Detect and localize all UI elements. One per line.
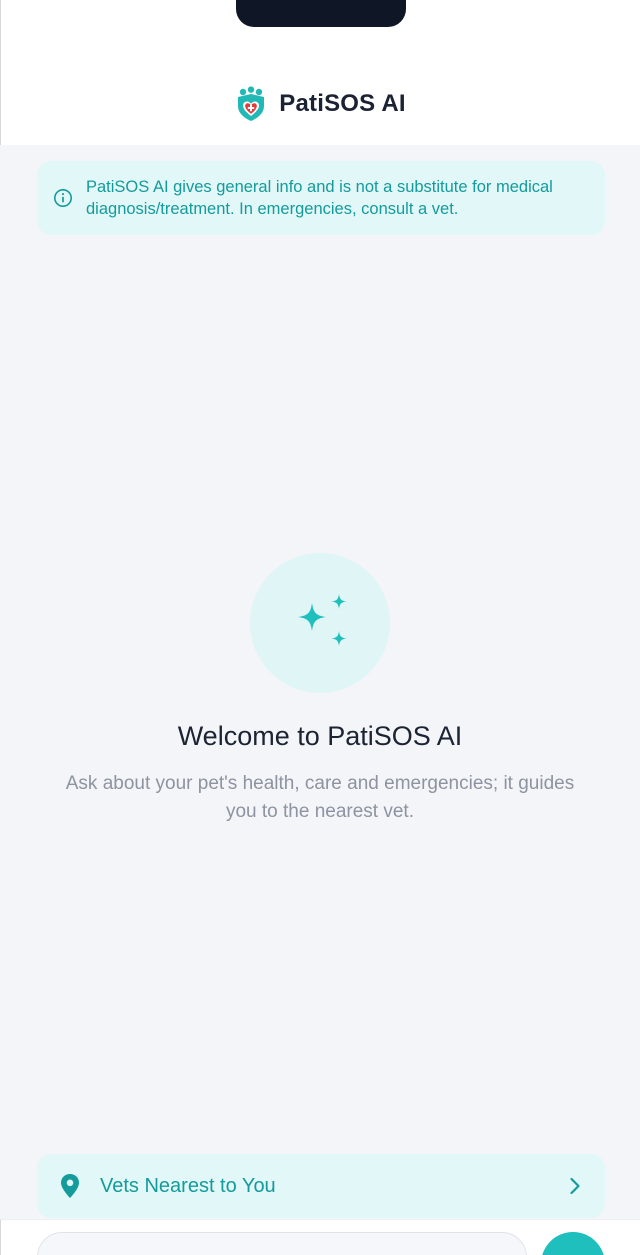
app-title: PatiSOS AI xyxy=(279,90,406,117)
info-icon xyxy=(54,189,72,207)
welcome-subtitle: Ask about your pet's health, care and em… xyxy=(65,773,575,822)
welcome-title: Welcome to PatiSOS AI xyxy=(177,721,463,751)
map-pin-icon xyxy=(61,1174,79,1198)
disclaimer-text: PatiSOS AI gives general info and is not… xyxy=(86,178,553,218)
app-screen: PatiSOS AI PatiSOS AI gives general info… xyxy=(0,0,640,1255)
sparkles-icon xyxy=(298,594,347,646)
brand: PatiSOS AI xyxy=(1,86,640,122)
disclaimer-banner: PatiSOS AI gives general info and is not… xyxy=(37,161,605,235)
welcome-badge xyxy=(250,553,390,693)
chevron-right-icon xyxy=(570,1177,580,1195)
paw-shield-medical-icon xyxy=(238,86,265,121)
nearest-vets-button[interactable]: Vets Nearest to You xyxy=(37,1154,605,1218)
send-button[interactable] xyxy=(541,1232,605,1255)
device-notch xyxy=(236,0,406,27)
composer-bar xyxy=(0,1219,640,1255)
nearest-vets-label: Vets Nearest to You xyxy=(100,1174,276,1197)
message-input[interactable] xyxy=(37,1232,527,1255)
